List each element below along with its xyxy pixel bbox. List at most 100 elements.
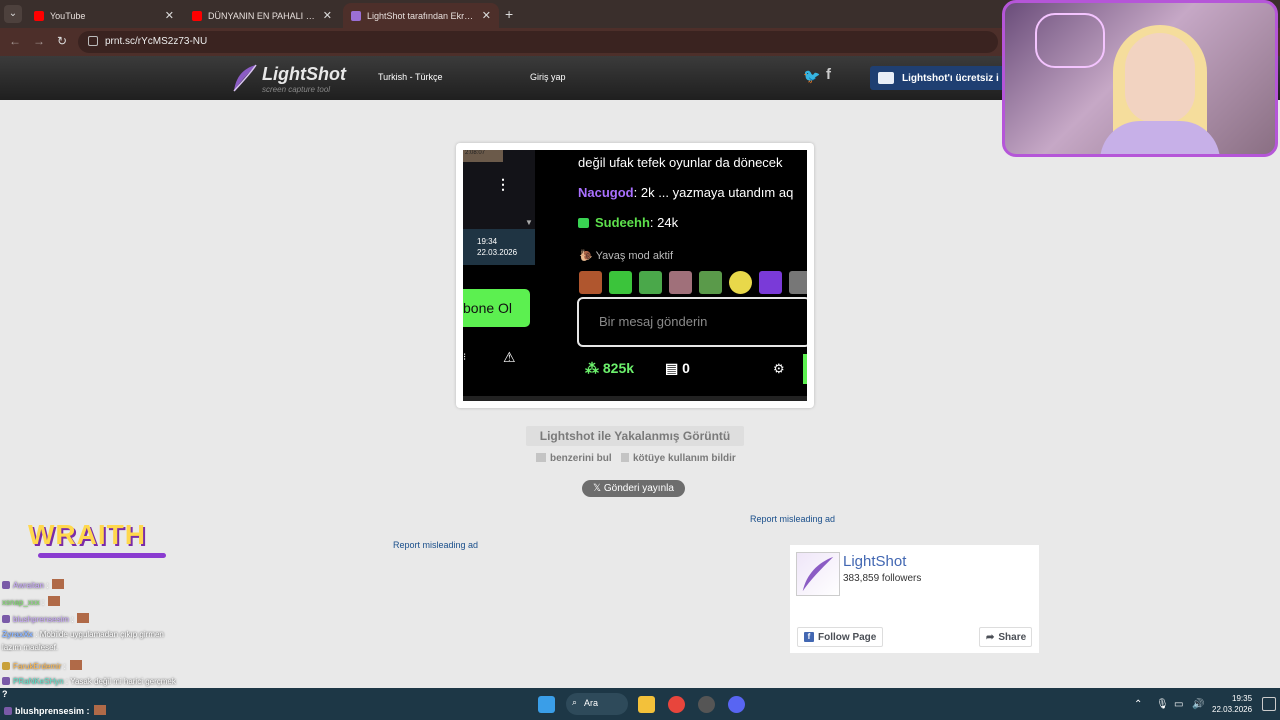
chat-line: Nacugod: 2k ... yazmaya utandım aq — [578, 185, 793, 200]
emote-icon — [789, 271, 807, 294]
share-button[interactable]: ➦ Share — [979, 627, 1032, 647]
close-icon[interactable]: ✕ — [482, 9, 491, 22]
tab-label: DÜNYANIN EN PAHALI FELAKE — [208, 10, 317, 21]
chat-line: değil ufak tefek oyunlar da dönecek — [578, 155, 783, 170]
language-select[interactable]: Turkish - Türkçe — [378, 72, 443, 82]
store-counter: ▤ 0 — [665, 360, 690, 376]
badge-icon — [2, 581, 10, 589]
page-avatar[interactable] — [796, 552, 840, 596]
chat-text: : 2k ... yazmaya utandım aq — [633, 185, 794, 200]
follow-label: Follow Page — [818, 631, 877, 643]
chat-line: Sudeehh: 24k — [578, 215, 678, 230]
file-explorer-icon[interactable] — [638, 696, 655, 713]
feather-logo-icon — [233, 64, 257, 92]
overlay-chat-line: FarukErdemir : — [2, 660, 82, 671]
url-text: prnt.sc/rYcMS2z73-NU — [105, 36, 208, 47]
chrome-icon[interactable] — [668, 696, 685, 713]
webcam-overlay — [1002, 0, 1278, 157]
report-ad-link[interactable]: Report misleading ad — [393, 540, 478, 550]
discord-icon[interactable] — [728, 696, 745, 713]
x-post-button[interactable]: 𝕏 Gönderi yayınla — [582, 480, 685, 497]
chevron-up-icon[interactable]: ⌃ — [1134, 699, 1142, 710]
logo-underline — [38, 553, 166, 558]
facebook-icon: f — [804, 632, 814, 642]
tab-lightshot[interactable]: LightShot tarafından Ekran Gör ✕ — [343, 3, 499, 28]
emote-icon — [639, 271, 662, 294]
tab-search-button[interactable]: ⌄ — [4, 5, 22, 23]
download-button[interactable]: Lightshot'ı ücretsiz i — [870, 66, 1010, 90]
taskbar-clock[interactable]: 19:35 22.03.2026 — [1212, 693, 1252, 715]
forward-icon[interactable]: → — [33, 34, 45, 48]
overlay-chat-line: lazım maalesef. — [2, 643, 58, 652]
report-abuse-label: kötüye kullanım bildir — [633, 453, 736, 464]
login-link[interactable]: Giriş yap — [530, 72, 566, 82]
taskbar-chat-user: blushprensesim : — [15, 706, 90, 716]
taskbar-search[interactable]: ⌕ Ara — [566, 693, 628, 715]
slow-mode-text: Yavaş mod aktif — [595, 250, 674, 262]
time-card: 19:34 22.03.2026 — [463, 229, 535, 265]
microphone-icon[interactable]: 🎙 — [1156, 699, 1169, 710]
report-abuse-link[interactable]: kötüye kullanım bildir — [621, 453, 736, 464]
notifications-icon[interactable] — [1262, 697, 1276, 711]
chat-send-button — [803, 354, 807, 384]
date-text: 22.03.2026 — [477, 248, 518, 257]
emote-icon — [669, 271, 692, 294]
site-info-icon[interactable] — [88, 36, 98, 46]
time-text: 19:34 — [477, 237, 498, 246]
top-timestamp: 2:08:07 — [463, 150, 503, 162]
overlay-chat-text: : Yasak değil mi harici gerçmek — [63, 677, 176, 686]
emote-icon — [609, 271, 632, 294]
find-similar-label: benzerini bul — [550, 453, 612, 464]
emote-row — [579, 271, 807, 294]
facebook-page-widget: LightShot 383,859 followers f Follow Page… — [790, 545, 1039, 653]
emote-icon — [93, 705, 106, 715]
warning-icon: ⚠ — [503, 349, 516, 365]
volume-icon[interactable]: 🔊 — [1192, 699, 1204, 710]
search-icon: ⌕ — [572, 697, 578, 707]
overlay-chat-line: ZyraxXx : Mobilde uygulamadan çıkıp girm… — [2, 630, 164, 639]
emote-icon — [52, 579, 65, 589]
logo-title[interactable]: LightShot — [262, 64, 346, 85]
captured-screenshot[interactable]: 2:08:07 ⋮ ▼ 19:34 22.03.2026 değil ufak … — [456, 143, 814, 408]
obs-icon[interactable] — [698, 696, 715, 713]
clock-time: 19:35 — [1232, 694, 1253, 703]
bottom-edge — [463, 396, 807, 401]
chat-message-box: Bir mesaj gönderin — [577, 297, 807, 347]
page-name-link[interactable]: LightShot — [843, 553, 906, 570]
report-ad-link[interactable]: Report misleading ad — [750, 514, 835, 524]
slow-mode-notice: 🐌 Yavaş mod aktif — [579, 250, 674, 262]
share-label: Share — [998, 631, 1027, 643]
reload-icon[interactable]: ↻ — [57, 34, 67, 48]
new-tab-button[interactable]: + — [505, 6, 513, 22]
facebook-icon[interactable]: f — [826, 66, 831, 83]
close-icon[interactable]: ✕ — [323, 9, 332, 22]
tab-video[interactable]: DÜNYANIN EN PAHALI FELAKE ✕ — [184, 3, 340, 28]
tab-youtube[interactable]: YouTube ✕ — [26, 3, 182, 28]
lightshot-icon — [351, 10, 361, 21]
close-icon[interactable]: ✕ — [165, 9, 174, 22]
overlay-chat-user: ZyraxXx — [2, 630, 34, 639]
find-similar-link[interactable]: benzerini bul — [536, 453, 612, 464]
chat-username: Sudeehh — [595, 215, 650, 230]
screenshot-image: 2:08:07 ⋮ ▼ 19:34 22.03.2026 değil ufak … — [463, 150, 807, 401]
twitter-icon[interactable]: 🐦 — [803, 68, 820, 85]
trash-icon — [621, 453, 629, 462]
follow-page-button[interactable]: f Follow Page — [797, 627, 883, 647]
neon-sign — [1035, 13, 1105, 68]
subscribe-button: bone Ol — [463, 289, 530, 327]
start-icon[interactable] — [538, 696, 555, 713]
badge-icon — [2, 662, 10, 670]
overlay-chat-text: : — [39, 598, 45, 607]
url-input[interactable]: prnt.sc/rYcMS2z73-NU — [78, 31, 998, 53]
stream-overlay-logo: WRAITH — [28, 519, 146, 550]
gift-badge-icon — [578, 218, 589, 228]
overlay-chat-line: blushprensesim : — [2, 613, 90, 624]
overlay-chat-text: : — [69, 615, 74, 624]
network-icon[interactable]: ▭ — [1174, 699, 1183, 710]
share-icon: ➦ — [986, 631, 995, 643]
overlay-chat-user: PRaNKeSHyn — [13, 677, 64, 686]
logo-subtitle: screen capture tool — [262, 85, 331, 94]
back-icon[interactable]: ← — [9, 34, 21, 48]
store-count-value: 0 — [682, 360, 690, 376]
chevron-down-icon: ▼ — [525, 218, 533, 227]
